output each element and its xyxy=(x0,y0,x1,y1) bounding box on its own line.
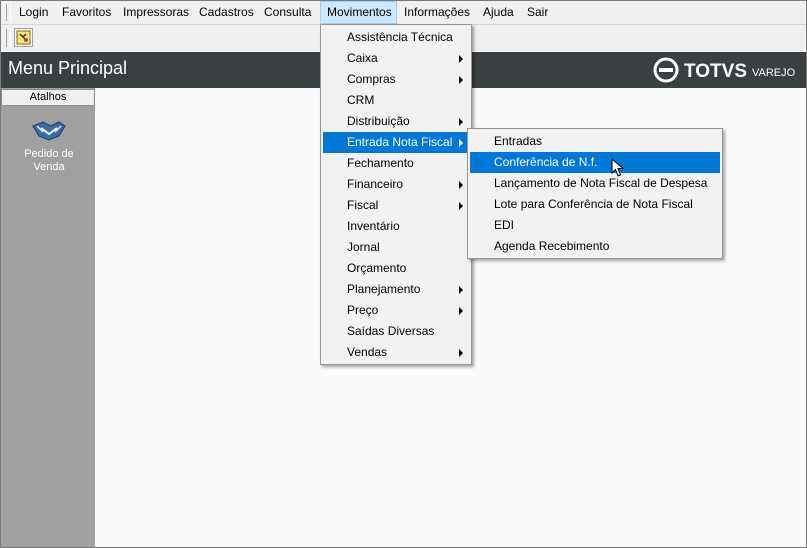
submenu-arrow-icon xyxy=(459,286,463,294)
menu-item-entrada-nota-fiscal[interactable]: Entrada Nota Fiscal xyxy=(323,132,469,153)
menu-item-fiscal[interactable]: Fiscal xyxy=(323,195,469,216)
submenu-item-lote-conferencia-nf[interactable]: Lote para Conferência de Nota Fiscal xyxy=(470,194,720,215)
menubar-grip xyxy=(6,4,11,21)
totvs-logo: TOTVS VAREJO xyxy=(651,57,801,83)
menu-item-vendas[interactable]: Vendas xyxy=(323,342,469,363)
submenu-item-agenda-recebimento[interactable]: Agenda Recebimento xyxy=(470,236,720,257)
menu-item-inventario[interactable]: Inventário xyxy=(323,216,469,237)
menu-login[interactable]: Login xyxy=(13,1,54,24)
movimentos-dropdown: Assistência Técnica Caixa Compras CRM Di… xyxy=(320,24,472,365)
submenu-item-edi[interactable]: EDI xyxy=(470,215,720,236)
submenu-arrow-icon xyxy=(459,202,463,210)
menu-item-distribuicao[interactable]: Distribuição xyxy=(323,111,469,132)
menu-sair[interactable]: Sair xyxy=(521,1,554,24)
menu-item-crm[interactable]: CRM xyxy=(323,90,469,111)
menu-item-saidas-diversas[interactable]: Saídas Diversas xyxy=(323,321,469,342)
menu-item-orcamento[interactable]: Orçamento xyxy=(323,258,469,279)
shortcut-label-line1: Pedido de xyxy=(24,148,74,160)
application-window: Login Favoritos Impressoras Cadastros Co… xyxy=(0,0,807,548)
submenu-item-conferencia-nf[interactable]: Conferência de N.f. xyxy=(470,152,720,173)
shortcut-label-line2: Venda xyxy=(33,161,65,173)
submenu-item-entradas[interactable]: Entradas xyxy=(470,131,720,152)
menu-consulta[interactable]: Consulta xyxy=(258,1,317,24)
submenu-arrow-icon xyxy=(459,76,463,84)
menu-item-compras[interactable]: Compras xyxy=(323,69,469,90)
menu-item-planejamento[interactable]: Planejamento xyxy=(323,279,469,300)
submenu-arrow-icon xyxy=(459,55,463,63)
shortcut-pedido-de-venda[interactable]: Pedido de Venda xyxy=(9,116,89,174)
svg-text:VAREJO: VAREJO xyxy=(752,67,796,79)
menu-item-fechamento[interactable]: Fechamento xyxy=(323,153,469,174)
toolbar-button[interactable] xyxy=(14,28,33,47)
totvs-logo-icon: TOTVS VAREJO xyxy=(653,57,796,83)
toolbar-grip xyxy=(6,29,11,47)
submenu-arrow-icon xyxy=(459,118,463,126)
star-key-icon xyxy=(16,30,31,45)
handshake-icon xyxy=(32,121,66,141)
atalhos-tab[interactable]: Atalhos xyxy=(1,89,95,106)
menu-item-financeiro[interactable]: Financeiro xyxy=(323,174,469,195)
page-title: Menu Principal xyxy=(8,58,128,78)
menu-movimentos[interactable]: Movimentos xyxy=(320,1,397,24)
menu-item-jornal[interactable]: Jornal xyxy=(323,237,469,258)
mouse-cursor-icon xyxy=(611,158,625,177)
menu-informacoes[interactable]: Informações xyxy=(398,1,476,24)
submenu-arrow-icon xyxy=(459,307,463,315)
svg-text:TOTVS: TOTVS xyxy=(684,61,747,82)
menu-ajuda[interactable]: Ajuda xyxy=(477,1,520,24)
menu-item-assistencia-tecnica[interactable]: Assistência Técnica xyxy=(323,27,469,48)
menu-favoritos[interactable]: Favoritos xyxy=(56,1,117,24)
entrada-nota-fiscal-submenu: Entradas Conferência de N.f. Lançamento … xyxy=(467,128,723,259)
submenu-arrow-icon xyxy=(459,349,463,357)
menu-impressoras[interactable]: Impressoras xyxy=(117,1,195,24)
menu-item-preco[interactable]: Preço xyxy=(323,300,469,321)
submenu-arrow-icon xyxy=(459,181,463,189)
submenu-arrow-icon xyxy=(459,139,463,147)
menu-cadastros[interactable]: Cadastros xyxy=(193,1,260,24)
submenu-item-lancamento-nf-despesa[interactable]: Lançamento de Nota Fiscal de Despesa xyxy=(470,173,720,194)
menu-bar: Login Favoritos Impressoras Cadastros Co… xyxy=(1,1,806,25)
menu-item-caixa[interactable]: Caixa xyxy=(323,48,469,69)
shortcuts-sidebar: Atalhos Pedido de Venda xyxy=(1,88,95,547)
